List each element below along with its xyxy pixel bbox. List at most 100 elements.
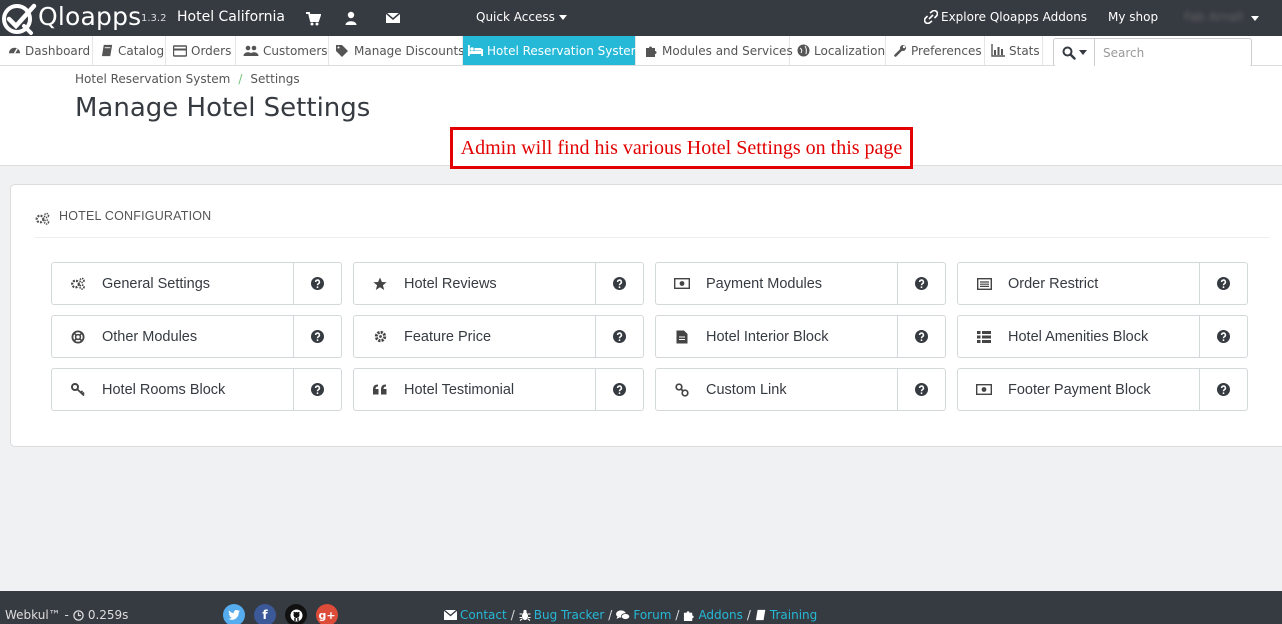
tile-link[interactable]: Hotel Testimonial [354, 369, 595, 410]
nav-item-preferences[interactable]: Preferences [889, 36, 985, 65]
key-icon [70, 382, 86, 398]
footer-link-training[interactable]: Training [755, 608, 817, 622]
load-time: 0.259s [87, 608, 129, 622]
envelope-icon[interactable] [385, 10, 401, 26]
nav-item-manage-discounts[interactable]: Manage Discounts [330, 36, 464, 65]
footer-link-label[interactable]: Bug Tracker [534, 608, 605, 622]
nav-item-customers[interactable]: Customers [238, 36, 329, 65]
tile-hotel-interior-block[interactable]: Hotel Interior Block [655, 315, 946, 358]
dashboard-icon [8, 47, 21, 54]
tile-link[interactable]: Hotel Rooms Block [52, 369, 293, 410]
puzzle-icon [684, 611, 695, 621]
tile-hotel-amenities-block[interactable]: Hotel Amenities Block [957, 315, 1248, 358]
twitter-icon[interactable] [223, 604, 245, 624]
annotation-callout: Admin will find his various Hotel Settin… [450, 127, 913, 169]
question-circle-icon [915, 330, 928, 343]
book-icon [101, 44, 113, 57]
cogs-icon [35, 212, 50, 225]
breadcrumb-separator: / [238, 72, 243, 86]
tile-link[interactable]: Footer Payment Block [958, 369, 1199, 410]
money-icon [976, 382, 992, 398]
footer-link-label[interactable]: Addons [698, 608, 742, 622]
tile-hotel-reviews[interactable]: Hotel Reviews [353, 262, 644, 305]
footer-link-bug-tracker[interactable]: Bug Tracker [519, 608, 605, 622]
nav-item-stats[interactable]: Stats [986, 36, 1043, 65]
tile-feature-price[interactable]: Feature Price [353, 315, 644, 358]
my-shop-link[interactable]: My shop [1108, 10, 1158, 24]
question-circle-icon [915, 383, 928, 396]
breadcrumb-item[interactable]: Hotel Reservation System [75, 72, 230, 86]
tile-link[interactable]: Hotel Reviews [354, 263, 595, 304]
tile-link[interactable]: General Settings [52, 263, 293, 304]
money-icon [674, 276, 690, 292]
help-button[interactable] [897, 369, 945, 410]
help-button[interactable] [293, 316, 341, 357]
tile-link[interactable]: Hotel Amenities Block [958, 316, 1199, 357]
footer-link-contact[interactable]: Contact [444, 608, 507, 622]
search-input[interactable] [1094, 38, 1252, 67]
tile-link[interactable]: Hotel Interior Block [656, 316, 897, 357]
tile-order-restrict[interactable]: Order Restrict [957, 262, 1248, 305]
panel-title: Hotel Configuration [59, 209, 212, 223]
nav-label: Localization [814, 43, 886, 58]
nav-item-orders[interactable]: Orders [168, 36, 236, 65]
help-button[interactable] [897, 316, 945, 357]
credit-card-icon [173, 44, 187, 57]
help-button[interactable] [293, 263, 341, 304]
quick-access-dropdown[interactable]: Quick Access [476, 10, 567, 24]
tile-link[interactable]: Custom Link [656, 369, 897, 410]
footer-link-label[interactable]: Training [770, 608, 817, 622]
tile-hotel-testimonial[interactable]: Hotel Testimonial [353, 368, 644, 411]
tile-payment-modules[interactable]: Payment Modules [655, 262, 946, 305]
explore-addons-link[interactable]: Explore Qloapps Addons [924, 10, 1087, 24]
link-icon [924, 10, 938, 24]
user-icon[interactable] [343, 10, 359, 26]
nav-item-hotel-reservation-system[interactable]: Hotel Reservation System [463, 36, 642, 65]
nav-item-localization[interactable]: Localization [792, 36, 886, 65]
footer-link-label[interactable]: Forum [633, 608, 671, 622]
question-circle-icon [1217, 330, 1230, 343]
footer-brand: Webkul™ - 0.259s [5, 608, 128, 622]
nav-item-dashboard[interactable]: Dashboard [3, 36, 93, 65]
tile-other-modules[interactable]: Other Modules [51, 315, 342, 358]
footer-link-label[interactable]: Contact [460, 608, 507, 622]
tile-custom-link[interactable]: Custom Link [655, 368, 946, 411]
question-circle-icon [613, 277, 626, 290]
tile-general-settings[interactable]: General Settings [51, 262, 342, 305]
user-menu-chevron-icon[interactable] [1251, 16, 1259, 21]
tile-link[interactable]: Other Modules [52, 316, 293, 357]
help-button[interactable] [293, 369, 341, 410]
help-button[interactable] [1199, 263, 1247, 304]
users-icon [243, 45, 259, 56]
google-plus-icon[interactable]: g+ [316, 604, 338, 624]
help-button[interactable] [595, 263, 643, 304]
github-icon[interactable] [285, 604, 307, 624]
help-button[interactable] [595, 369, 643, 410]
tile-footer-payment-block[interactable]: Footer Payment Block [957, 368, 1248, 411]
puzzle-icon [646, 46, 657, 57]
facebook-icon[interactable]: f [254, 604, 276, 624]
tile-link[interactable]: Order Restrict [958, 263, 1199, 304]
help-button[interactable] [1199, 316, 1247, 357]
quote-icon [372, 382, 388, 398]
help-button[interactable] [897, 263, 945, 304]
nav-label: Orders [191, 43, 232, 58]
help-button[interactable] [1199, 369, 1247, 410]
tile-hotel-rooms-block[interactable]: Hotel Rooms Block [51, 368, 342, 411]
breadcrumb-item: Settings [250, 72, 300, 86]
search-type-button[interactable] [1053, 38, 1094, 67]
chevron-down-icon [558, 14, 567, 20]
footer-link-separator: / [608, 608, 613, 622]
help-button[interactable] [595, 316, 643, 357]
nav-item-modules-and-services[interactable]: Modules and Services [640, 36, 793, 65]
cogs-icon [70, 276, 86, 292]
footer-link-addons[interactable]: Addons [683, 608, 743, 622]
tile-link[interactable]: Feature Price [354, 316, 595, 357]
cart-icon[interactable] [305, 10, 321, 26]
panel-heading: Hotel Configuration [35, 209, 1269, 238]
footer-link-forum[interactable]: Forum [616, 608, 671, 622]
nav-item-catalog[interactable]: Catalog [96, 36, 166, 65]
tile-link[interactable]: Payment Modules [656, 263, 897, 304]
user-name[interactable]: Fab Arnall [1184, 10, 1243, 24]
shop-name[interactable]: Hotel California [177, 9, 285, 25]
